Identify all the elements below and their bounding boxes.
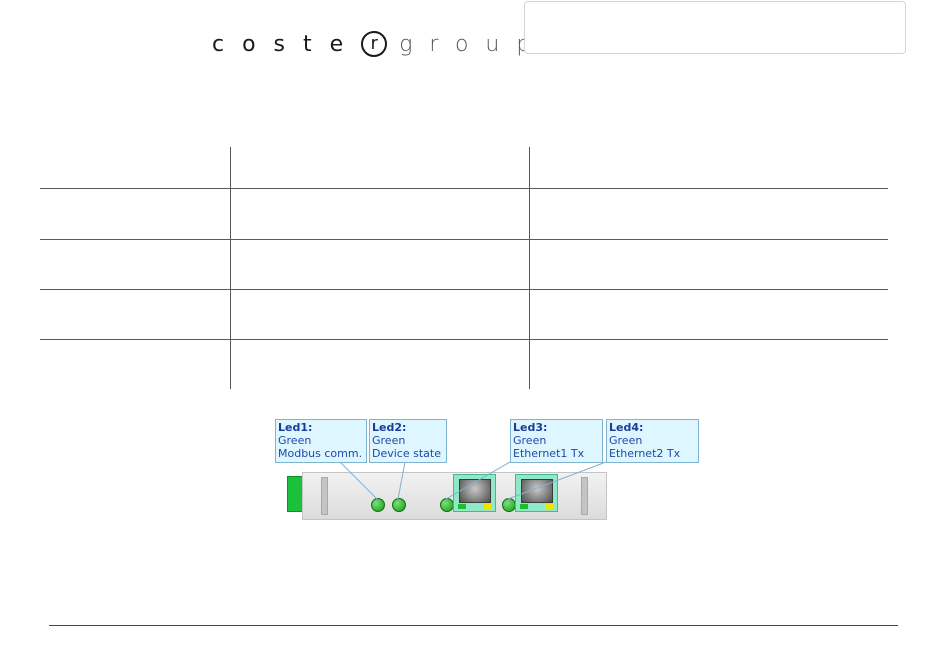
- led4-description: Ethernet2 Tx: [609, 447, 681, 460]
- led4-color: Green: [609, 434, 643, 447]
- led1-description: Modbus comm.: [278, 447, 363, 460]
- led2-title: Led2:: [372, 421, 407, 434]
- footer-rule: [49, 625, 898, 626]
- led2-color: Green: [372, 434, 406, 447]
- led4-title: Led4:: [609, 421, 644, 434]
- led3-description: Ethernet1 Tx: [513, 447, 585, 460]
- led3-callout: Led3: Green Ethernet1 Tx: [510, 419, 603, 463]
- led2-callout: Led2: Green Device state: [369, 419, 447, 463]
- callout-leader-lines: [339, 461, 607, 500]
- led3-title: Led3:: [513, 421, 548, 434]
- led1-title: Led1:: [278, 421, 313, 434]
- led3-color: Green: [513, 434, 547, 447]
- led4-callout: Led4: Green Ethernet2 Tx: [606, 419, 699, 463]
- led2-description: Device state: [372, 447, 441, 460]
- led1-callout: Led1: Green Modbus comm.: [275, 419, 367, 463]
- led1-color: Green: [278, 434, 312, 447]
